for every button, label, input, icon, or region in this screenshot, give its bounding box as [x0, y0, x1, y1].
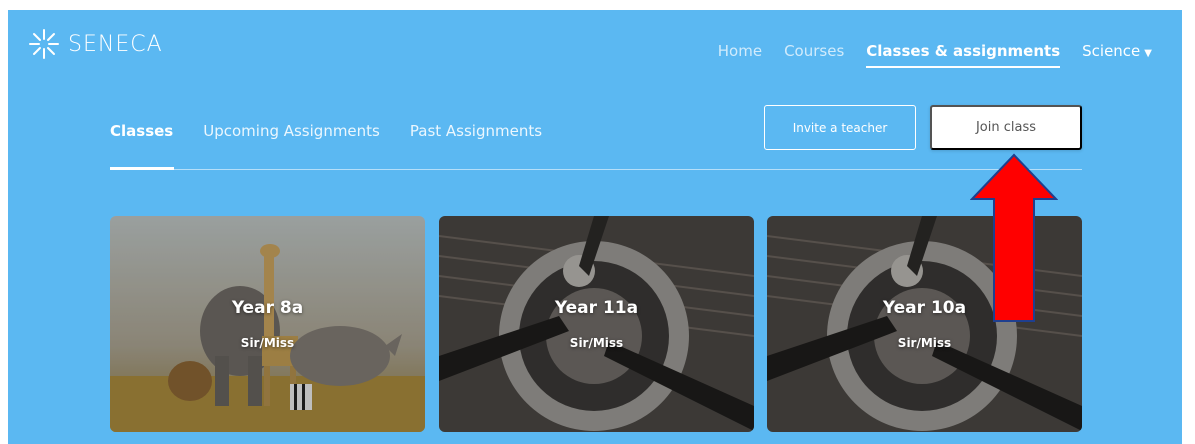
caret-down-icon: ▼ [1144, 48, 1152, 59]
class-title: Year 8a [231, 298, 304, 318]
active-tab-indicator [110, 167, 174, 170]
invite-teacher-button[interactable]: Invite a teacher [764, 105, 916, 150]
nav-science-label: Science [1082, 42, 1141, 60]
class-teacher: Sir/Miss [240, 336, 295, 350]
card-overlay [439, 216, 754, 432]
brand-name: SENECA [68, 31, 163, 57]
tab-upcoming-assignments[interactable]: Upcoming Assignments [203, 122, 380, 140]
join-class-button[interactable]: Join class [930, 105, 1082, 150]
tab-past-assignments[interactable]: Past Assignments [410, 122, 542, 140]
class-subtabs: Classes Upcoming Assignments Past Assign… [110, 122, 542, 140]
top-navigation: Home Courses Classes & assignments Scien… [718, 34, 1152, 68]
app-window: SENECA Home Courses Classes & assignment… [8, 10, 1182, 444]
sparkle-icon [29, 29, 59, 59]
class-card-year-11a[interactable]: Year 11a Sir/Miss [439, 216, 754, 432]
class-card-year-8a[interactable]: Year 8a Sir/Miss [110, 216, 425, 432]
nav-science-dropdown[interactable]: Science ▼ [1082, 42, 1152, 60]
class-teacher: Sir/Miss [569, 336, 624, 350]
arrow-up-icon [970, 153, 1058, 322]
card-overlay [110, 216, 425, 432]
nav-home[interactable]: Home [718, 42, 762, 60]
class-title: Year 11a [554, 298, 639, 318]
class-teacher: Sir/Miss [897, 336, 952, 350]
tabs-divider [110, 169, 1082, 170]
brand-logo[interactable]: SENECA [28, 28, 163, 60]
tab-classes[interactable]: Classes [110, 122, 173, 140]
nav-courses[interactable]: Courses [784, 42, 844, 60]
nav-classes-assignments[interactable]: Classes & assignments [866, 42, 1061, 68]
